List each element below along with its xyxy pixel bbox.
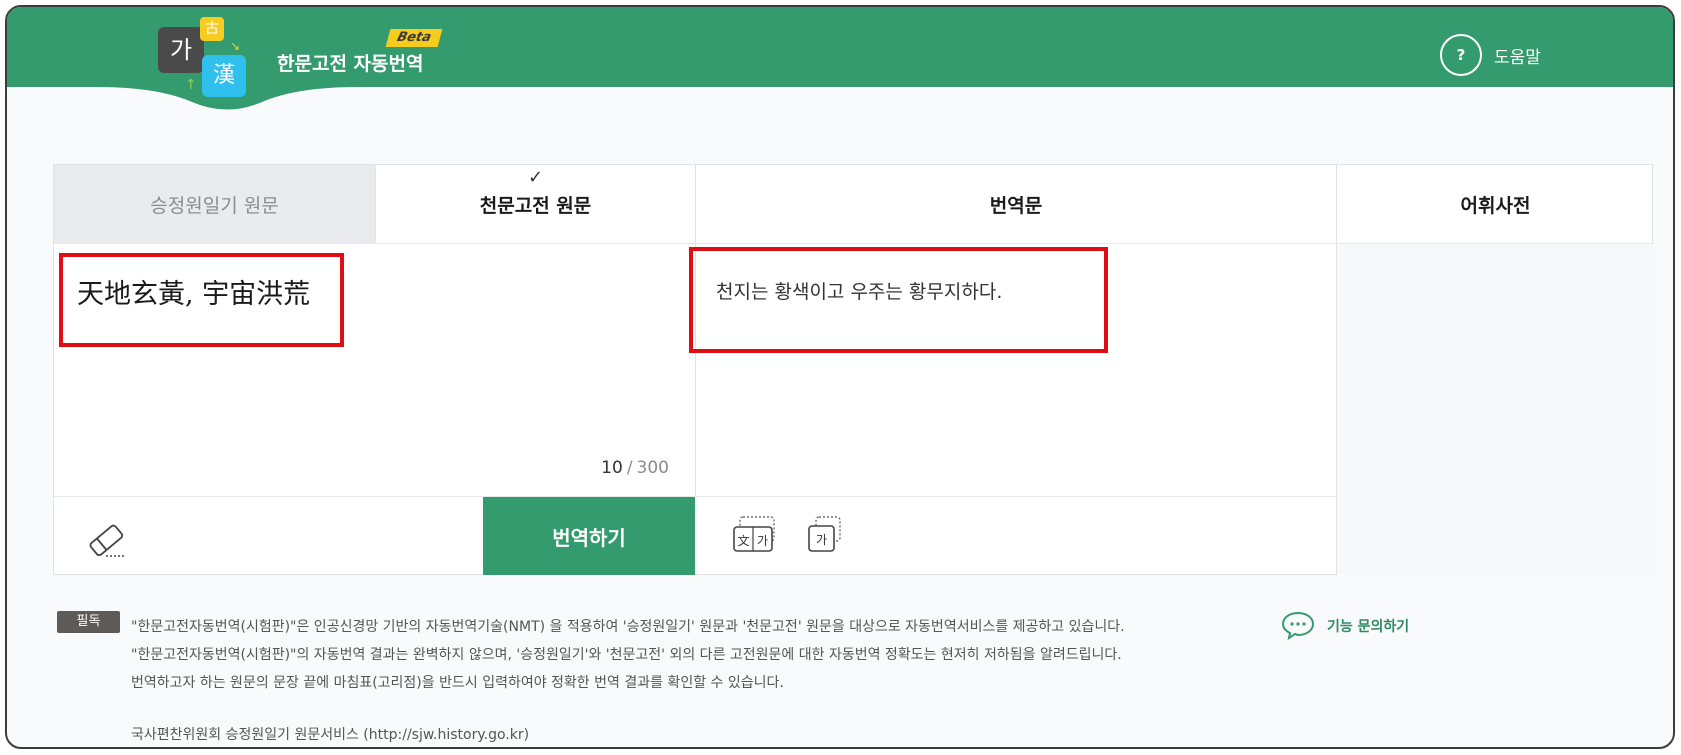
logo-hanja-tile: 漢: [202, 55, 246, 97]
tab-sjw-source[interactable]: 승정원일기 원문: [54, 165, 375, 243]
translator-panel: 승정원일기 원문 ✓ 천문고전 원문 번역문 어휘사전 天地玄黃, 宇宙洪荒 1…: [53, 164, 1654, 575]
translate-button[interactable]: 번역하기: [483, 497, 695, 575]
tab-label: 천문고전 원문: [479, 194, 592, 217]
hangul-glyph: 가: [757, 534, 768, 548]
divider: [54, 496, 1336, 497]
translation-text: 천지는 황색이고 우주는 황무지하다.: [716, 281, 1003, 303]
notice-line: "한문고전자동번역(시험판)"은 인공신경망 기반의 자동번역기술(NMT) 을…: [131, 619, 1125, 635]
hangul-copy-icon[interactable]: 가: [806, 515, 844, 553]
source-text: 天地玄黃, 宇宙洪荒: [77, 279, 311, 310]
hanja-hangul-icon[interactable]: 文 가: [732, 515, 776, 553]
translation-header: 번역문: [695, 165, 1336, 243]
char-count-separator: /: [626, 458, 633, 478]
notice-line: 번역하고자 하는 원문의 문장 끝에 마침표(고리점)을 반드시 입력하여야 정…: [131, 675, 784, 691]
check-icon: ✓: [527, 167, 544, 188]
app-title: 한문고전 자동번역: [277, 53, 424, 75]
logo-old-tile: 古: [200, 17, 224, 41]
beta-badge: Beta: [385, 29, 443, 47]
app-window: 가 古 ↘ 한문고전 자동번역 Beta ? 도움말 漢 ↑ 승정원일기 원문 …: [5, 5, 1675, 749]
char-count-max: 300: [636, 458, 669, 478]
notice-badge: 필독: [57, 611, 120, 633]
eraser-icon[interactable]: [86, 520, 126, 560]
dictionary-area: [1336, 244, 1654, 575]
notice-text: "한문고전자동번역(시험판)"은 인공신경망 기반의 자동번역기술(NMT) 을…: [131, 613, 1125, 697]
source-credit: 국사편찬위원회 승정원일기 원문서비스 (http://sjw.history.…: [131, 727, 530, 743]
header: 가 古 ↘ 한문고전 자동번역 Beta ? 도움말: [7, 7, 1673, 87]
notice-line: "한문고전자동번역(시험판)"의 자동번역 결과는 완벽하지 않으며, '승정원…: [131, 647, 1122, 663]
inquiry-label: 기능 문의하기: [1327, 619, 1410, 635]
hanja-glyph: 文: [737, 533, 749, 548]
dictionary-header: 어휘사전: [1336, 165, 1654, 243]
logo-arrow-icon: ↑: [185, 77, 197, 93]
hangul-glyph: 가: [816, 533, 827, 547]
logo-arrow-icon: ↘: [230, 39, 241, 53]
chat-icon: [1281, 611, 1315, 640]
source-input[interactable]: 天地玄黃, 宇宙洪荒 10/300: [54, 244, 695, 496]
help-icon: ?: [1440, 34, 1482, 76]
help-label: 도움말: [1494, 48, 1541, 68]
translation-output: 천지는 황색이고 우주는 황무지하다.: [695, 244, 1336, 496]
tab-cheonmun-source[interactable]: ✓ 천문고전 원문: [375, 165, 695, 243]
char-counter: 10/300: [601, 458, 669, 478]
char-count-current: 10: [601, 458, 623, 478]
logo-hangul-tile: 가: [158, 27, 204, 73]
